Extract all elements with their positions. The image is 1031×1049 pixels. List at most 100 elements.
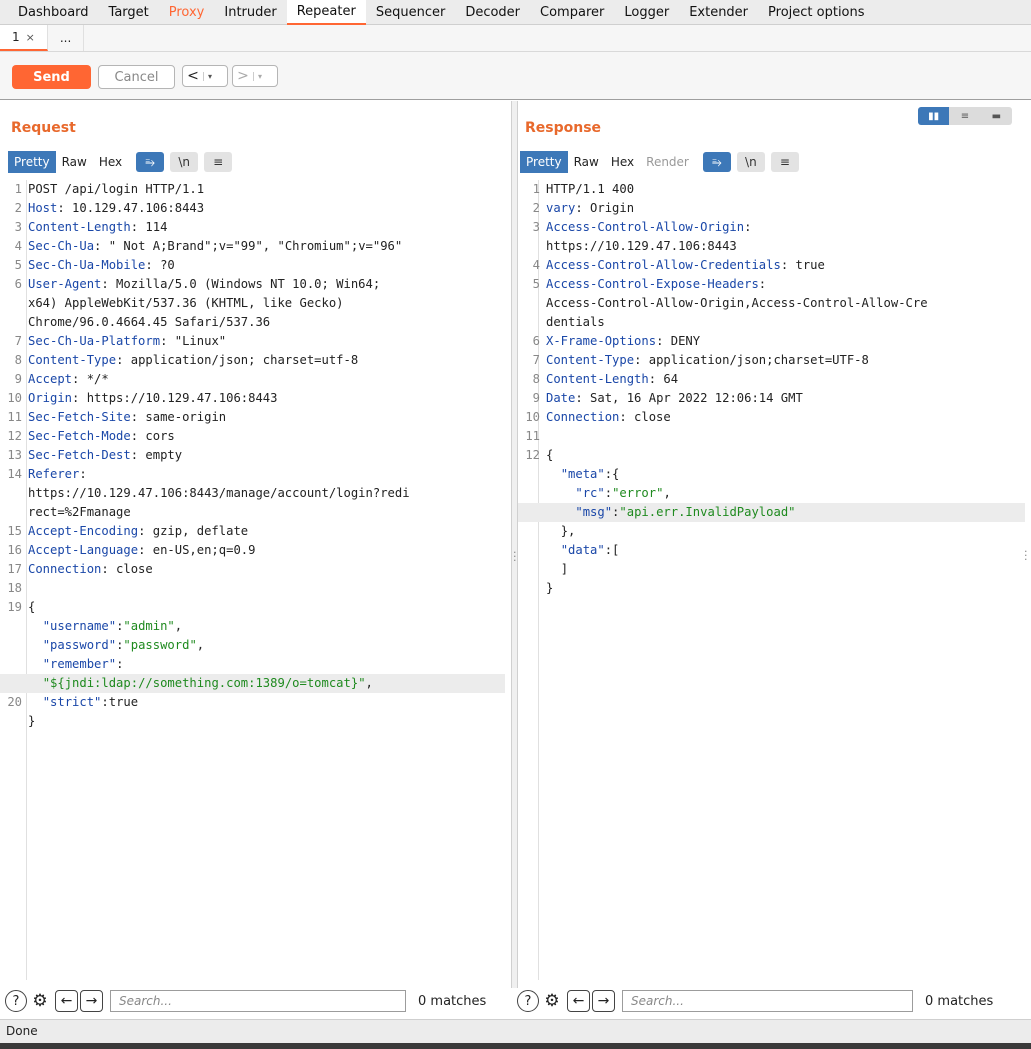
- header-value: POST /api/login HTTP/1.1: [28, 182, 205, 196]
- json-punct: :: [116, 657, 124, 671]
- top-tab-sequencer[interactable]: Sequencer: [366, 0, 455, 24]
- request-panel: Request Pretty Raw Hex ⥱ \n ≡ 1 POST /api…: [0, 101, 511, 988]
- line-number: 4: [14, 239, 22, 253]
- request-search-input[interactable]: Search...: [110, 990, 406, 1012]
- drag-handle-icon[interactable]: · · ·: [513, 547, 517, 566]
- response-tab-raw[interactable]: Raw: [568, 151, 605, 173]
- line-number: 15: [7, 524, 22, 538]
- gear-icon[interactable]: ⚙: [541, 990, 563, 1012]
- line-number: 18: [7, 581, 22, 595]
- repeater-tab-1[interactable]: 1 ×: [0, 25, 48, 51]
- top-tab-extender[interactable]: Extender: [679, 0, 758, 24]
- arrow-left-icon[interactable]: ←: [55, 990, 78, 1012]
- code-line: 17 Connection: close: [0, 560, 505, 579]
- code-line: 7 Sec-Ch-Ua-Platform: "Linux": [0, 332, 505, 351]
- drag-handle-icon[interactable]: · · ·: [1024, 546, 1028, 565]
- line-number: 3: [14, 220, 22, 234]
- response-editor[interactable]: 1 HTTP/1.1 400 2 vary: Origin 3 Access-Contro…: [518, 180, 1025, 980]
- back-arrow-icon[interactable]: <: [183, 68, 203, 84]
- top-tab-logger[interactable]: Logger: [614, 0, 679, 24]
- hamburger-menu-icon[interactable]: ≡: [770, 152, 799, 172]
- line-number: [518, 484, 542, 503]
- line-content: https://10.129.47.106:8443/manage/accoun…: [24, 484, 410, 503]
- response-search-bar: ? ⚙ ← → Search... 0 matches: [517, 986, 993, 1016]
- request-tab-hex[interactable]: Hex: [93, 151, 128, 173]
- header-value: : application/json; charset=utf-8: [116, 353, 359, 367]
- json-punct: },: [560, 524, 576, 538]
- code-line: 4 Sec-Ch-Ua: " Not A;Brand";v="99", "Chro…: [0, 237, 505, 256]
- code-line: https://10.129.47.106:8443: [518, 237, 1025, 256]
- show-newlines-icon[interactable]: \n: [736, 152, 765, 172]
- gear-icon[interactable]: ⚙: [29, 990, 51, 1012]
- arrow-right-icon[interactable]: →: [592, 990, 615, 1012]
- top-tab-decoder[interactable]: Decoder: [455, 0, 530, 24]
- top-tab-dashboard[interactable]: Dashboard: [8, 0, 99, 24]
- request-editor[interactable]: 1 POST /api/login HTTP/1.1 2 Host: 10.129.4…: [0, 180, 505, 980]
- header-value: https://10.129.47.106:8443: [546, 239, 737, 253]
- header-value: : same-origin: [130, 410, 227, 424]
- forward-arrow-icon[interactable]: >: [233, 68, 253, 84]
- more-tabs-label: ...: [59, 31, 72, 45]
- header-value: : https://10.129.47.106:8443: [72, 391, 278, 405]
- history-forward-group[interactable]: > ▾: [232, 65, 278, 87]
- request-search-bar: ? ⚙ ← → Search... 0 matches: [5, 986, 486, 1016]
- json-key: "username": [42, 619, 117, 633]
- line-content: Sec-Ch-Ua-Mobile: ?0: [24, 256, 175, 275]
- hamburger-menu-icon[interactable]: ≡: [204, 152, 233, 172]
- top-tab-repeater[interactable]: Repeater: [286, 0, 366, 25]
- pane-divider[interactable]: · · ·: [511, 101, 518, 988]
- forward-dropdown-icon[interactable]: ▾: [253, 71, 266, 81]
- header-name: Accept: [28, 372, 73, 386]
- help-icon[interactable]: ?: [517, 990, 539, 1012]
- header-name: Connection: [546, 410, 620, 424]
- wrap-lines-icon[interactable]: ⥱: [702, 152, 731, 172]
- response-tab-pretty[interactable]: Pretty: [520, 151, 568, 173]
- top-bottom-layout-icon[interactable]: ≡: [949, 107, 981, 125]
- new-tab-button[interactable]: ...: [48, 25, 85, 51]
- code-line: 2 Host: 10.129.47.106:8443: [0, 199, 505, 218]
- code-line: 9 Accept: */*: [0, 370, 505, 389]
- window-bottom-edge: [0, 1043, 1031, 1049]
- send-button[interactable]: Send: [12, 65, 91, 89]
- line-content: }: [542, 579, 553, 598]
- line-number: [0, 674, 24, 693]
- code-line: dentials: [518, 313, 1025, 332]
- json-punct: :{: [604, 467, 620, 481]
- line-content: [542, 427, 546, 446]
- code-line: x64) AppleWebKit/537.36 (KHTML, like Gec…: [0, 294, 505, 313]
- tabbed-layout-icon[interactable]: ▬: [980, 107, 1012, 125]
- header-name: Content-Length: [546, 372, 649, 386]
- show-newlines-icon[interactable]: \n: [170, 152, 199, 172]
- request-tab-pretty[interactable]: Pretty: [8, 151, 56, 173]
- request-tab-raw[interactable]: Raw: [56, 151, 93, 173]
- response-tab-render[interactable]: Render: [640, 151, 695, 173]
- json-string: "admin": [123, 619, 175, 633]
- line-number: 13: [7, 448, 22, 462]
- arrow-left-icon[interactable]: ←: [567, 990, 590, 1012]
- top-tab-target[interactable]: Target: [99, 0, 159, 24]
- response-search-input[interactable]: Search...: [622, 990, 913, 1012]
- line-number: 1: [532, 182, 540, 196]
- line-content: }: [24, 712, 35, 731]
- header-name: vary: [546, 201, 576, 215]
- header-name: Sec-Ch-Ua: [28, 239, 95, 253]
- code-line: 8 Content-Type: application/json; charset…: [0, 351, 505, 370]
- top-tab-intruder[interactable]: Intruder: [214, 0, 286, 24]
- wrap-lines-icon[interactable]: ⥱: [136, 152, 165, 172]
- header-name: Sec-Fetch-Mode: [28, 429, 131, 443]
- response-tab-hex[interactable]: Hex: [605, 151, 640, 173]
- cancel-button[interactable]: Cancel: [98, 65, 175, 89]
- top-tab-proxy[interactable]: Proxy: [159, 0, 215, 24]
- top-tab-comparer[interactable]: Comparer: [530, 0, 614, 24]
- side-by-side-layout-icon[interactable]: ▮▮: [918, 107, 950, 125]
- back-dropdown-icon[interactable]: ▾: [203, 71, 216, 81]
- json-punct: ]: [560, 562, 569, 576]
- help-icon[interactable]: ?: [5, 990, 27, 1012]
- code-line: 16 Accept-Language: en-US,en;q=0.9: [0, 541, 505, 560]
- line-number: 12: [525, 448, 540, 462]
- top-tab-project-options[interactable]: Project options: [758, 0, 875, 24]
- arrow-right-icon[interactable]: →: [80, 990, 103, 1012]
- close-tab-icon[interactable]: ×: [26, 31, 35, 44]
- history-back-group[interactable]: < ▾: [182, 65, 228, 87]
- line-number: [0, 313, 24, 332]
